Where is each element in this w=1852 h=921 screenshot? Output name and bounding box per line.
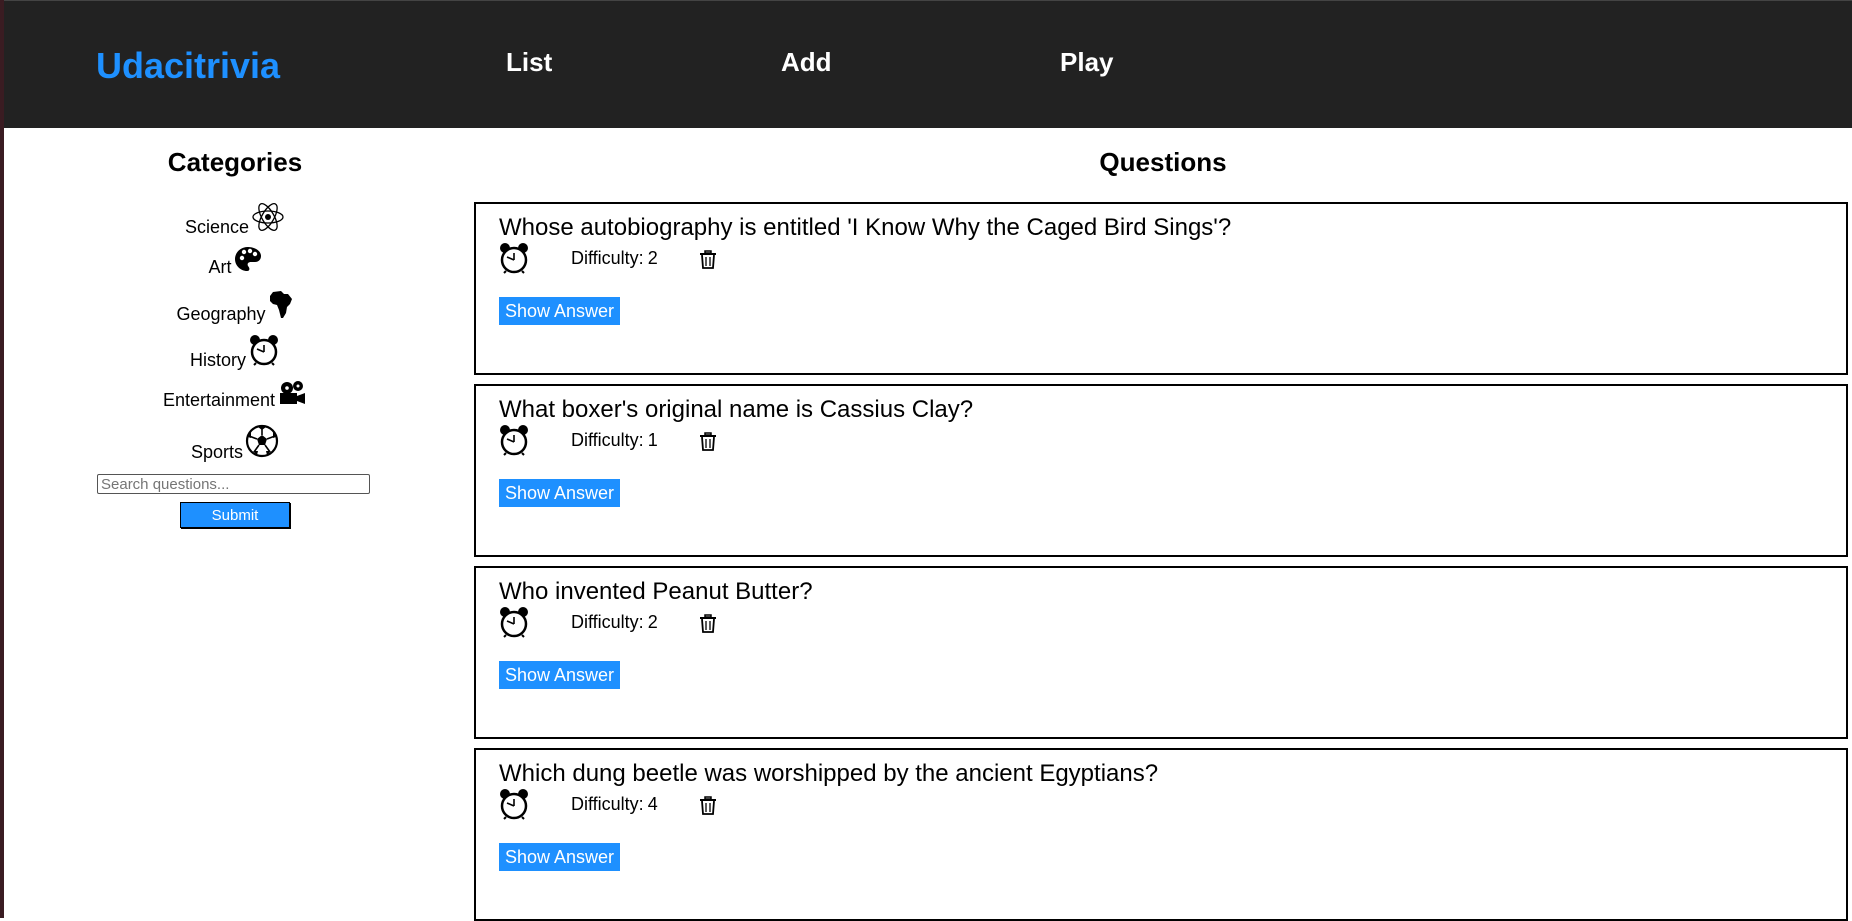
difficulty-value: 4	[647, 794, 658, 814]
question-text: Whose autobiography is entitled 'I Know …	[499, 214, 1232, 241]
category-label: Geography	[176, 304, 266, 324]
navbar: Udacitrivia List Add Play	[4, 0, 1852, 128]
atom-icon	[251, 201, 285, 237]
question-card: Whose autobiography is entitled 'I Know …	[474, 202, 1848, 375]
alarm-clock-icon	[498, 242, 530, 279]
search-input[interactable]	[97, 474, 370, 494]
difficulty-value: 1	[647, 430, 658, 450]
question-card: Who invented Peanut Butter? Difficulty: 2…	[474, 566, 1848, 739]
show-answer-button[interactable]: Show Answer	[499, 661, 621, 689]
nav-add-link[interactable]: Add	[781, 47, 832, 78]
difficulty-label: Difficulty:	[571, 430, 644, 450]
question-text: What boxer's original name is Cassius Cl…	[499, 396, 974, 423]
trash-icon[interactable]	[699, 432, 717, 457]
category-label: Sports	[190, 442, 244, 462]
submit-button[interactable]: Submit	[180, 502, 290, 528]
difficulty-label: Difficulty:	[571, 248, 644, 268]
nav-list-link[interactable]: List	[506, 47, 552, 78]
question-text: Who invented Peanut Butter?	[499, 578, 813, 605]
categories-sidebar: Categories Science Art Geography History…	[4, 127, 466, 918]
difficulty: Difficulty: 4	[571, 794, 658, 815]
category-label: Entertainment	[162, 390, 276, 410]
show-answer-button[interactable]: Show Answer	[499, 479, 621, 507]
category-label: History	[189, 350, 246, 370]
category-geography[interactable]: Geography	[4, 290, 466, 324]
category-art[interactable]: Art	[4, 245, 466, 277]
difficulty-value: 2	[647, 612, 658, 632]
difficulty: Difficulty: 1	[571, 430, 658, 451]
trash-icon[interactable]	[699, 796, 717, 821]
show-answer-button[interactable]: Show Answer	[499, 843, 621, 871]
difficulty-label: Difficulty:	[571, 794, 644, 814]
category-label: Art	[208, 257, 232, 277]
question-card: What boxer's original name is Cassius Cl…	[474, 384, 1848, 557]
show-answer-button[interactable]: Show Answer	[499, 297, 621, 325]
difficulty: Difficulty: 2	[571, 612, 658, 633]
category-label: Science	[184, 217, 250, 237]
alarm-clock-icon	[498, 424, 530, 461]
question-text: Which dung beetle was worshipped by the …	[499, 760, 1159, 787]
trash-icon[interactable]	[699, 614, 717, 639]
categories-title: Categories	[167, 147, 303, 177]
difficulty-label: Difficulty:	[571, 612, 644, 632]
trash-icon[interactable]	[699, 250, 717, 275]
question-card: Which dung beetle was worshipped by the …	[474, 748, 1848, 921]
africa-icon	[268, 290, 294, 324]
category-entertainment[interactable]: Entertainment	[4, 380, 466, 410]
film-projector-icon	[277, 380, 307, 410]
category-science[interactable]: Science	[4, 201, 466, 237]
category-history[interactable]: History	[4, 334, 466, 370]
alarm-clock-icon	[498, 606, 530, 643]
alarm-clock-icon	[248, 334, 280, 370]
questions-title: Questions	[1099, 147, 1227, 177]
category-sports[interactable]: Sports	[4, 424, 466, 462]
alarm-clock-icon	[498, 788, 530, 825]
difficulty: Difficulty: 2	[571, 248, 658, 269]
brand-logo[interactable]: Udacitrivia	[96, 45, 280, 87]
nav-play-link[interactable]: Play	[1060, 47, 1114, 78]
soccer-ball-icon	[245, 424, 279, 462]
palette-icon	[234, 245, 262, 277]
difficulty-value: 2	[647, 248, 658, 268]
